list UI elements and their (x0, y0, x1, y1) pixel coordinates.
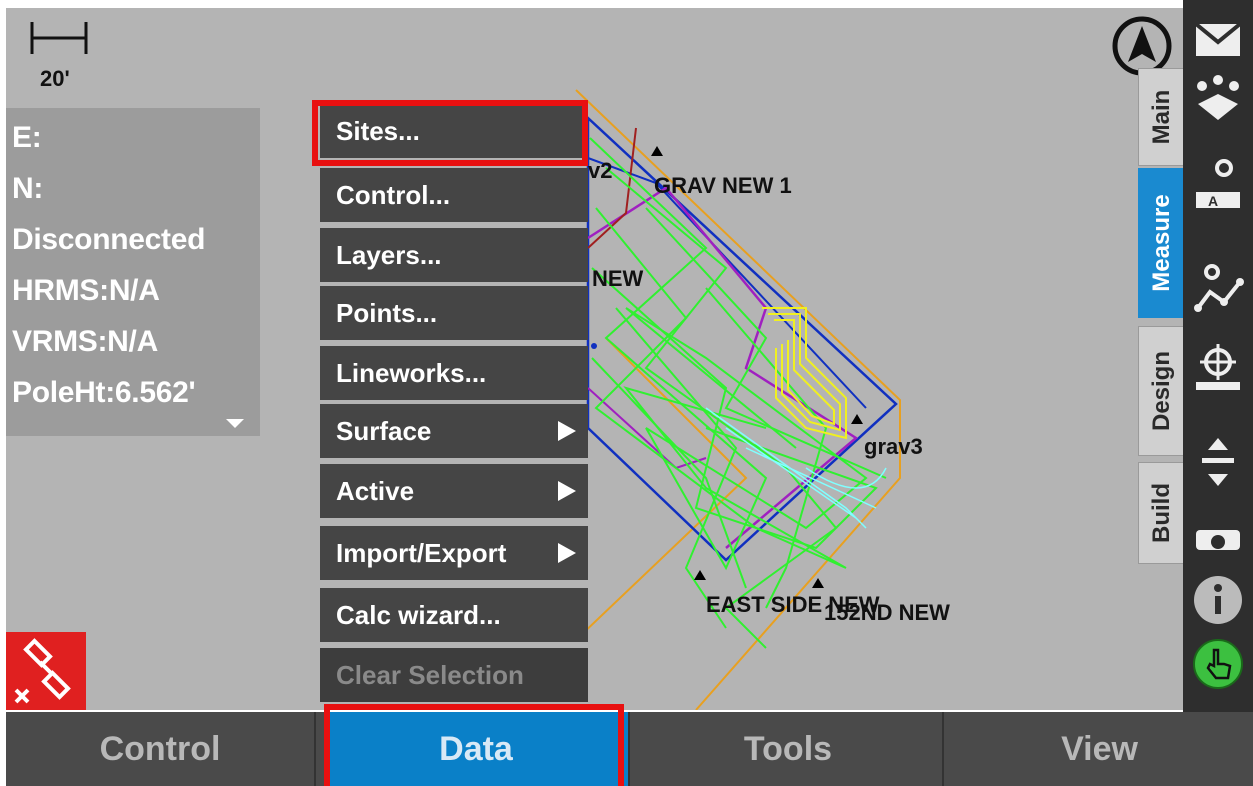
menu-item-calc-wizard[interactable]: Calc wizard... (320, 588, 588, 642)
right-toolbar: A (1183, 0, 1253, 712)
tab-measure-label: Measure (1147, 194, 1175, 292)
menu-item-clear-selection-label: Clear Selection (336, 660, 524, 690)
chevron-down-icon[interactable] (226, 419, 244, 428)
data-tab-highlight-box (324, 704, 624, 786)
satellite-disconnected-icon (14, 638, 71, 704)
info-northing: N: (12, 172, 44, 205)
crosshair-map-icon[interactable] (1190, 338, 1246, 394)
info-connection: Disconnected (12, 223, 206, 256)
menu-item-import-export-label: Import/Export (336, 538, 507, 568)
bottom-tab-view[interactable]: View (946, 712, 1253, 786)
map-label-152nd-new: 152ND NEW (824, 600, 950, 625)
map-text-icon[interactable]: A (1190, 156, 1246, 212)
map-label-grav3: grav3 (864, 434, 923, 459)
point-markers (591, 146, 863, 588)
scale-label: 20' (40, 66, 70, 91)
menu-item-points-label: Points... (336, 298, 438, 328)
svg-text:A: A (1208, 193, 1218, 209)
tab-build[interactable]: Build (1138, 462, 1184, 564)
gps-status-button[interactable] (6, 632, 86, 710)
polyline-icon[interactable] (1190, 262, 1246, 318)
map-label-grav2: v2 (588, 158, 613, 183)
tab-design[interactable]: Design (1138, 326, 1184, 456)
sites-highlight-box (312, 100, 588, 166)
submenu-arrow-icon (558, 543, 576, 563)
points-map-icon[interactable] (1190, 72, 1246, 128)
menu-item-surface-label: Surface (336, 416, 432, 446)
app-window: v2 GRAV NEW 1 NEW grav3 EAST SIDE NEW 15… (0, 0, 1253, 786)
menu-item-import-export[interactable]: Import/Export (320, 526, 588, 580)
submenu-arrow-icon (558, 481, 576, 501)
menu-item-layers[interactable]: Layers... (320, 228, 588, 282)
menu-item-active-label: Active (336, 476, 415, 506)
map-label-grav-new-1: GRAV NEW 1 (654, 173, 792, 198)
elevation-arrows-icon[interactable] (1190, 434, 1246, 490)
menu-item-active[interactable]: Active (320, 464, 588, 518)
position-info-panel[interactable]: E: N: Disconnected HRMS:N/A VRMS:N/A Pol… (6, 108, 260, 436)
submenu-arrow-icon (558, 421, 576, 441)
tab-main[interactable]: Main (1138, 68, 1184, 166)
bottom-tab-control[interactable]: Control (6, 712, 316, 786)
bottom-tab-control-label: Control (99, 730, 221, 768)
menu-item-lineworks[interactable]: Lineworks... (320, 346, 588, 400)
scale-bar-icon (30, 22, 88, 54)
menu-item-layers-label: Layers... (336, 240, 442, 270)
menu-item-lineworks-label: Lineworks... (336, 358, 487, 388)
bottom-menu-bar: Control Data Tools View (6, 712, 1253, 786)
tab-design-label: Design (1147, 350, 1175, 432)
map-envelope-icon[interactable] (1190, 10, 1246, 66)
map-label-new: NEW (592, 266, 644, 291)
tab-measure[interactable]: Measure (1138, 168, 1184, 318)
bottom-tab-tools[interactable]: Tools (634, 712, 944, 786)
menu-item-surface[interactable]: Surface (320, 404, 588, 458)
menu-item-clear-selection[interactable]: Clear Selection (320, 648, 588, 702)
info-icon[interactable] (1190, 572, 1246, 628)
menu-item-calc-wizard-label: Calc wizard... (336, 600, 501, 630)
camera-icon[interactable] (1190, 520, 1246, 550)
bottom-tab-view-label: View (1061, 730, 1138, 768)
menu-item-control[interactable]: Control... (320, 168, 588, 222)
info-pole-height: PoleHt:6.562' (12, 376, 196, 409)
menu-item-points[interactable]: Points... (320, 286, 588, 340)
bottom-tab-tools-label: Tools (743, 730, 833, 768)
menu-item-control-label: Control... (336, 180, 451, 210)
tab-build-label: Build (1147, 483, 1175, 543)
info-hrms: HRMS:N/A (12, 274, 160, 307)
hand-pointer-icon[interactable] (1190, 636, 1246, 692)
info-vrms: VRMS:N/A (12, 325, 158, 358)
tab-main-label: Main (1147, 89, 1175, 145)
info-easting: E: (12, 121, 42, 154)
